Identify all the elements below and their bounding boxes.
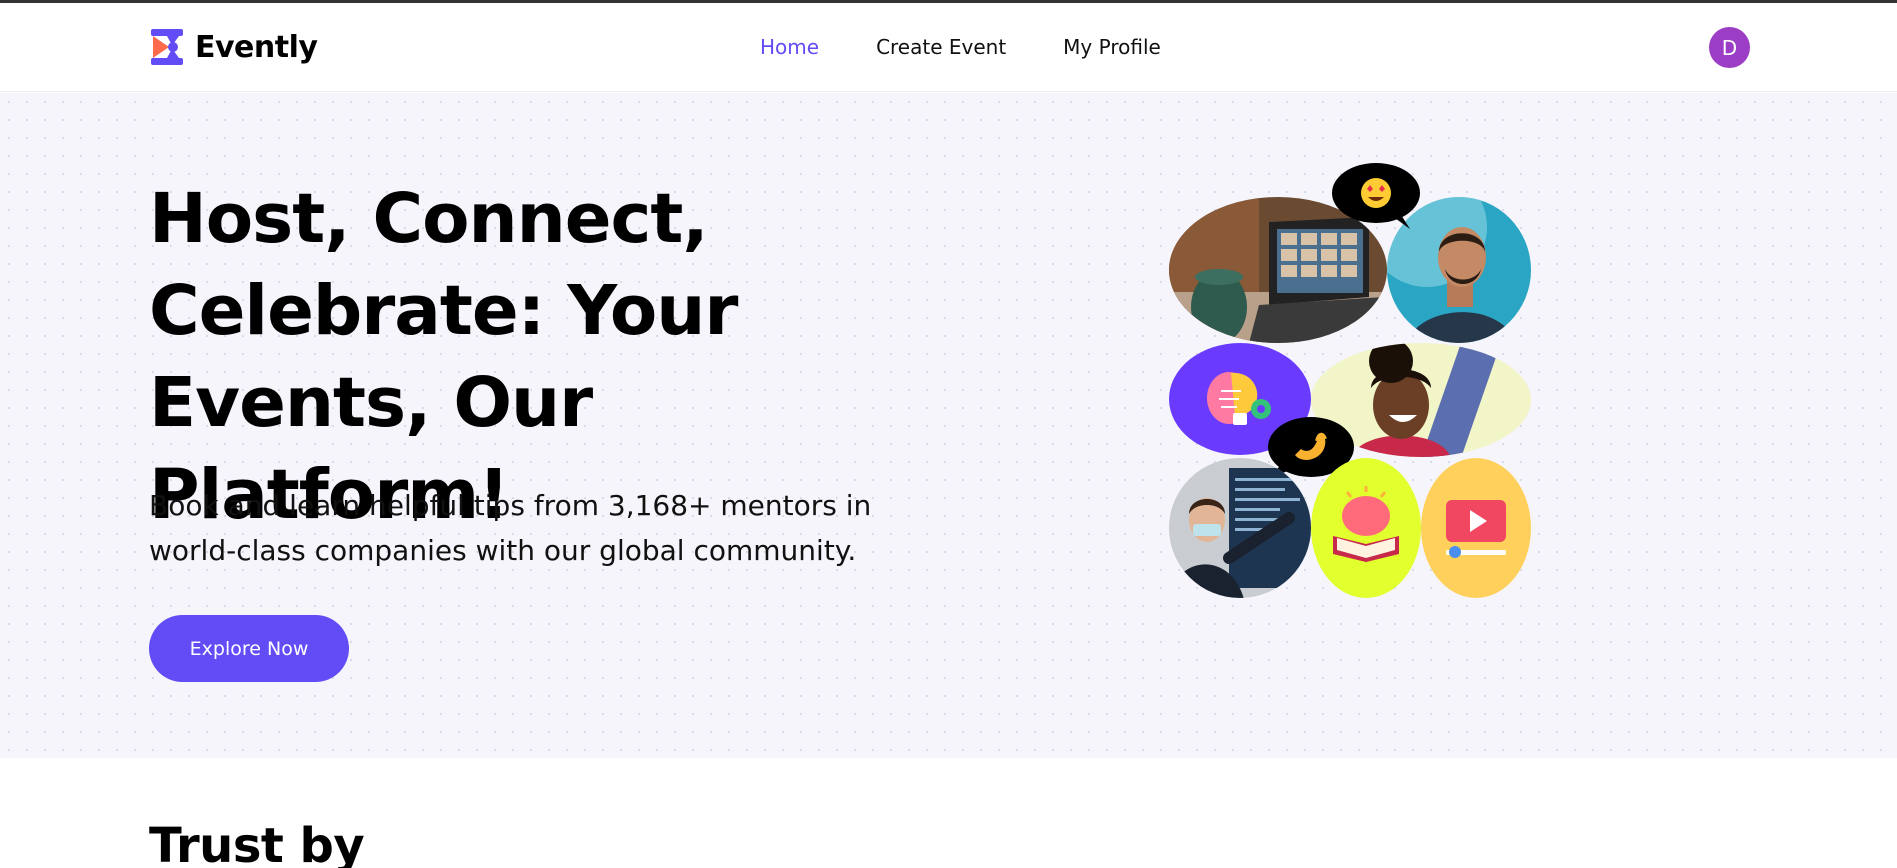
- presenter-photo: [1169, 458, 1311, 598]
- trust-section-title: Trust by: [149, 818, 365, 868]
- hero-title-line: Host, Connect,: [149, 179, 709, 259]
- brain-book-icon: [1311, 458, 1421, 598]
- hero-section: Host, Connect, Celebrate: Your Events, O…: [0, 93, 1897, 758]
- explore-now-button[interactable]: Explore Now: [149, 615, 349, 682]
- heart-eyes-emoji: [1332, 163, 1420, 229]
- hero-collage: [1165, 163, 1535, 623]
- user-avatar[interactable]: D: [1709, 27, 1750, 68]
- site-header: Evently Home Create Event My Profile D: [0, 3, 1897, 92]
- brand-name: Evently: [195, 29, 318, 65]
- brand-logo[interactable]: Evently: [149, 27, 318, 67]
- hero-subtitle-line: Book and learn helpful tips from 3,168+ …: [149, 489, 872, 522]
- nav-home[interactable]: Home: [760, 35, 819, 59]
- hero-subtitle-line: world-class companies with our global co…: [149, 534, 857, 567]
- nav-my-profile[interactable]: My Profile: [1063, 35, 1161, 59]
- hero-subtitle: Book and learn helpful tips from 3,168+ …: [149, 483, 969, 573]
- nav-create-event[interactable]: Create Event: [876, 35, 1006, 59]
- evently-logo-icon: [151, 29, 183, 65]
- main-nav: Home Create Event My Profile: [760, 35, 1218, 59]
- video-play-icon: [1421, 458, 1531, 598]
- hero-title-line: Celebrate: Your: [149, 271, 738, 351]
